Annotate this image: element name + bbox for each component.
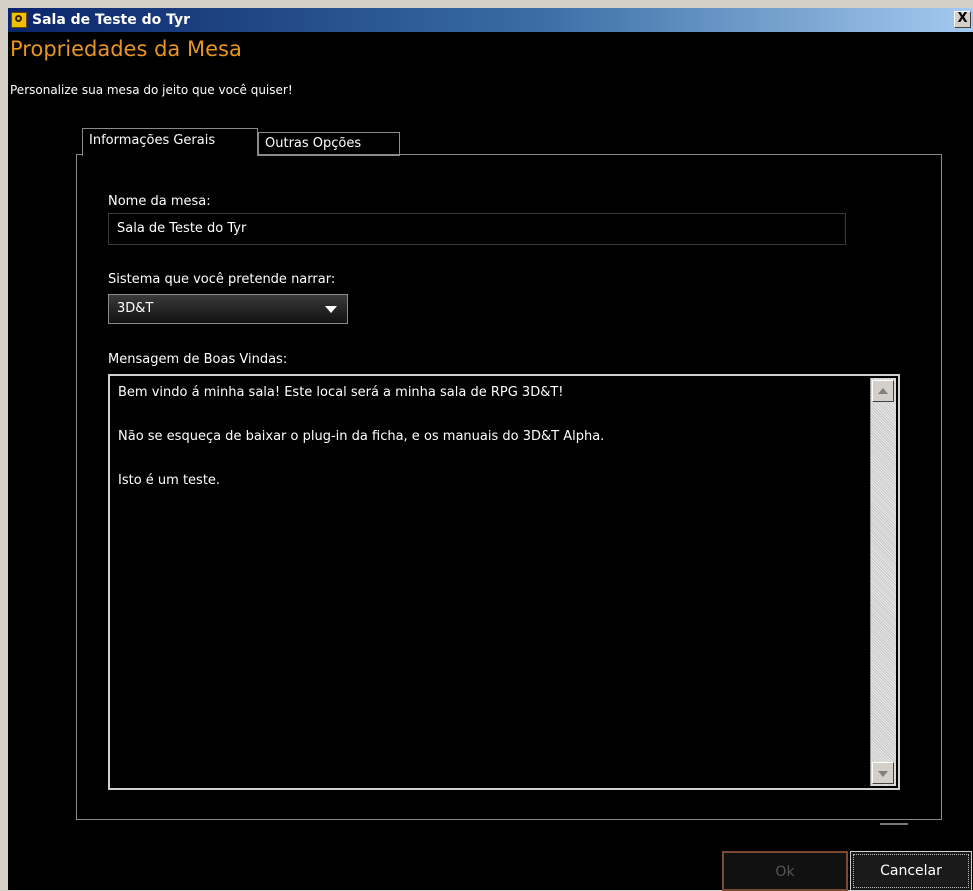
welcome-line: Isto é um teste. xyxy=(118,473,221,488)
system-select-value: 3D&T xyxy=(117,301,154,316)
table-name-label: Nome da mesa: xyxy=(108,194,211,209)
app-icon xyxy=(11,12,27,28)
welcome-line: Não se esqueça de baixar o plug-in da fi… xyxy=(118,429,605,444)
resize-grip[interactable] xyxy=(880,823,908,825)
system-select[interactable]: 3D&T xyxy=(108,294,348,324)
close-button[interactable]: X xyxy=(954,11,971,28)
chevron-down-icon xyxy=(325,306,337,313)
cancel-button[interactable]: Cancelar xyxy=(850,851,972,891)
tab-informacoes-gerais[interactable]: Informações Gerais xyxy=(82,128,258,156)
ok-button[interactable]: Ok xyxy=(722,851,848,891)
welcome-line: Bem vindo á minha sala! Este local será … xyxy=(118,385,564,400)
welcome-label: Mensagem de Boas Vindas: xyxy=(108,352,288,367)
page-title: Propriedades da Mesa xyxy=(10,37,242,61)
scroll-down-button[interactable] xyxy=(872,762,894,784)
scroll-up-button[interactable] xyxy=(872,380,894,402)
window-title: Sala de Teste do Tyr xyxy=(32,12,191,28)
page-subtitle: Personalize sua mesa do jeito que você q… xyxy=(10,83,293,97)
dialog-window: Sala de Teste do Tyr X Propriedades da M… xyxy=(8,8,973,891)
title-bar[interactable]: Sala de Teste do Tyr X xyxy=(8,8,973,32)
tab-outras-opcoes[interactable]: Outras Opções xyxy=(258,132,400,156)
system-label: Sistema que você pretende narrar: xyxy=(108,272,336,287)
welcome-message-textarea[interactable]: Bem vindo á minha sala! Este local será … xyxy=(108,374,900,790)
vertical-scrollbar[interactable] xyxy=(870,378,896,786)
table-name-input[interactable]: Sala de Teste do Tyr xyxy=(108,213,846,245)
